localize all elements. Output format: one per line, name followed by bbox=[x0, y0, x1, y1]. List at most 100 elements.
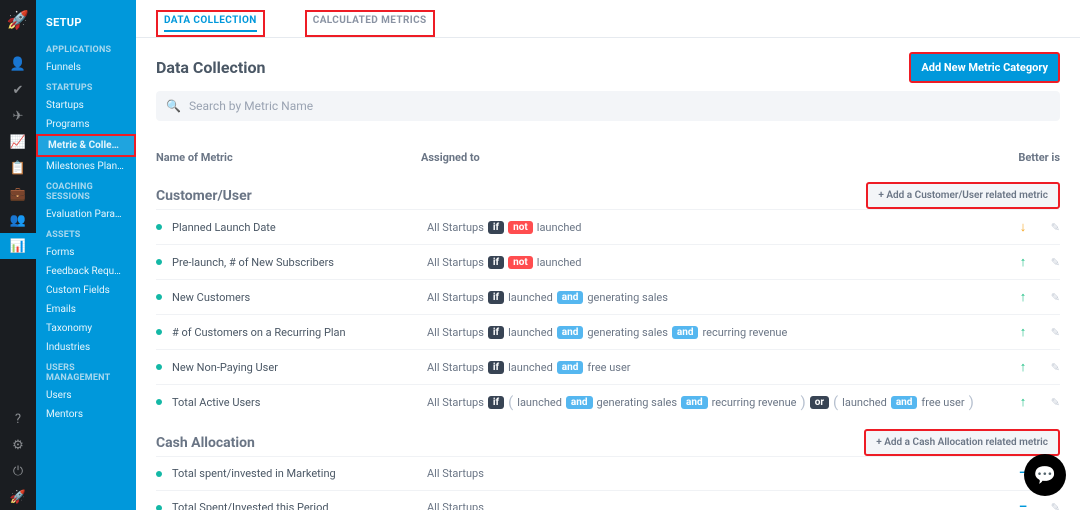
logic-token: if bbox=[488, 361, 504, 374]
status-dot bbox=[156, 471, 162, 477]
edit-icon[interactable]: ✎ bbox=[1040, 361, 1060, 374]
metric-name: New Customers bbox=[172, 291, 427, 304]
rail-icon[interactable]: 💼 bbox=[0, 181, 36, 207]
metric-name: Pre-launch, # of New Subscribers bbox=[172, 256, 427, 269]
table-row: Total Spent/Invested this PeriodAll Star… bbox=[156, 490, 1060, 510]
edit-icon[interactable]: ✎ bbox=[1040, 326, 1060, 339]
assign-text: generating sales bbox=[597, 396, 678, 409]
status-dot bbox=[156, 294, 162, 300]
search-placeholder: Search by Metric Name bbox=[189, 99, 313, 113]
sidebar-item[interactable]: Forms bbox=[36, 243, 136, 262]
logic-token: and bbox=[566, 396, 593, 409]
col-assigned: Assigned to bbox=[421, 151, 990, 164]
sidebar-item[interactable]: Feedback Requests bbox=[36, 262, 136, 281]
better-indicator-icon: ↑ bbox=[1006, 254, 1040, 270]
better-indicator-icon: ↑ bbox=[1006, 394, 1040, 410]
logic-token: if bbox=[488, 396, 504, 409]
assign-text: launched bbox=[508, 291, 553, 304]
assign-text: All Startups bbox=[427, 501, 484, 510]
rail-icon[interactable]: 📋 bbox=[0, 155, 36, 181]
edit-icon[interactable]: ✎ bbox=[1040, 221, 1060, 234]
chat-launcher-button[interactable]: 💬 bbox=[1024, 454, 1066, 496]
rail-icon[interactable]: 👤 bbox=[0, 51, 36, 77]
status-dot bbox=[156, 329, 162, 335]
sidebar-item[interactable]: Programs bbox=[36, 115, 136, 134]
logic-token: or bbox=[810, 396, 829, 409]
table-row: New Non-Paying UserAll Startupsiflaunche… bbox=[156, 349, 1060, 384]
status-dot bbox=[156, 364, 162, 370]
icon-rail: 🚀 👤✔✈📈📋💼👥📊 ?⚙⏻🚀 bbox=[0, 0, 36, 510]
tab[interactable]: CALCULATED METRICS bbox=[305, 10, 435, 37]
section-title: Cash Allocation bbox=[156, 435, 255, 451]
rail-icon[interactable]: ⚙ bbox=[0, 432, 36, 458]
edit-icon[interactable]: ✎ bbox=[1040, 396, 1060, 409]
status-dot bbox=[156, 399, 162, 405]
assign-text: generating sales bbox=[587, 326, 668, 339]
assign-text: launched bbox=[537, 221, 582, 234]
sidebar-item[interactable]: Users bbox=[36, 386, 136, 405]
assign-text: All Startups bbox=[427, 396, 484, 409]
rail-icon[interactable]: ? bbox=[0, 406, 36, 432]
main-panel: DATA COLLECTION CALCULATED METRICS Data C… bbox=[136, 0, 1080, 510]
edit-icon[interactable]: ✎ bbox=[1040, 291, 1060, 304]
rail-icon[interactable]: 🚀 bbox=[0, 484, 36, 510]
assigned-to: All Startups bbox=[427, 467, 1006, 480]
metric-name: Total Active Users bbox=[172, 396, 427, 409]
edit-icon[interactable]: ✎ bbox=[1040, 256, 1060, 269]
logic-token: if bbox=[488, 326, 504, 339]
sidebar-group-label: STARTUPS bbox=[36, 77, 136, 96]
logic-token: not bbox=[508, 221, 533, 234]
table-row: New CustomersAll Startupsiflaunchedandge… bbox=[156, 279, 1060, 314]
sidebar-group-label: USERS MANAGEMENT bbox=[36, 357, 136, 386]
rail-icon[interactable]: 📊 bbox=[0, 233, 36, 259]
sidebar-item[interactable]: Milestones Plan Te... bbox=[36, 157, 136, 176]
assigned-to: All Startupsiflaunchedandgenerating sale… bbox=[427, 326, 1006, 339]
assign-text: All Startups bbox=[427, 256, 484, 269]
table-row: Total spent/invested in MarketingAll Sta… bbox=[156, 456, 1060, 490]
edit-icon[interactable]: ✎ bbox=[1040, 501, 1060, 510]
sidebar-item[interactable]: Custom Fields bbox=[36, 281, 136, 300]
paren: ( bbox=[833, 395, 838, 410]
sidebar-item[interactable]: Evaluation Paramet... bbox=[36, 205, 136, 224]
status-dot bbox=[156, 259, 162, 265]
rail-icon[interactable]: 📈 bbox=[0, 129, 36, 155]
logic-token: if bbox=[488, 291, 504, 304]
search-input[interactable]: 🔍 Search by Metric Name bbox=[156, 91, 1060, 121]
rail-icon[interactable]: ✔ bbox=[0, 77, 36, 103]
sidebar-group-label: COACHING SESSIONS bbox=[36, 176, 136, 205]
table-row: Total Active UsersAll Startups if ( launche… bbox=[156, 384, 1060, 419]
sidebar-item[interactable]: Startups bbox=[36, 96, 136, 115]
sidebar-item[interactable]: Taxonomy bbox=[36, 319, 136, 338]
rail-icon[interactable]: ⏻ bbox=[0, 458, 36, 484]
assign-text: free user bbox=[921, 396, 964, 409]
assign-text: launched bbox=[537, 256, 582, 269]
page-title: Data Collection bbox=[156, 58, 266, 77]
assign-text: launched bbox=[842, 396, 887, 409]
sidebar-item[interactable]: Mentors bbox=[36, 405, 136, 424]
assign-text: free user bbox=[587, 361, 630, 374]
rail-icon[interactable]: ✈ bbox=[0, 103, 36, 129]
logic-token: and bbox=[557, 326, 584, 339]
better-indicator-icon: ↑ bbox=[1006, 324, 1040, 340]
metric-name: # of Customers on a Recurring Plan bbox=[172, 326, 427, 339]
logo-icon: 🚀 bbox=[7, 10, 29, 31]
rail-icon[interactable]: 👥 bbox=[0, 207, 36, 233]
assigned-to: All Startups bbox=[427, 501, 1006, 510]
assign-text: launched bbox=[517, 396, 562, 409]
sidebar-item[interactable]: Metric & Collection bbox=[36, 134, 136, 157]
tab[interactable]: DATA COLLECTION bbox=[156, 10, 265, 37]
assign-text: recurring revenue bbox=[712, 396, 797, 409]
sidebar-item[interactable]: Funnels bbox=[36, 58, 136, 77]
better-indicator-icon: ↑ bbox=[1006, 289, 1040, 305]
assign-text: All Startups bbox=[427, 221, 484, 234]
sidebar-item[interactable]: Emails bbox=[36, 300, 136, 319]
sidebar-item[interactable]: Industries bbox=[36, 338, 136, 357]
table-row: # of Customers on a Recurring PlanAll St… bbox=[156, 314, 1060, 349]
sidebar-group-label: APPLICATIONS bbox=[36, 39, 136, 58]
add-metric-button[interactable]: + Add a Customer/User related metric bbox=[866, 182, 1060, 209]
search-icon: 🔍 bbox=[166, 99, 181, 113]
col-better: Better is bbox=[990, 151, 1060, 164]
add-metric-button[interactable]: + Add a Cash Allocation related metric bbox=[864, 429, 1060, 456]
table-row: Pre-launch, # of New SubscribersAll Star… bbox=[156, 244, 1060, 279]
add-metric-category-button[interactable]: Add New Metric Category bbox=[909, 52, 1060, 83]
